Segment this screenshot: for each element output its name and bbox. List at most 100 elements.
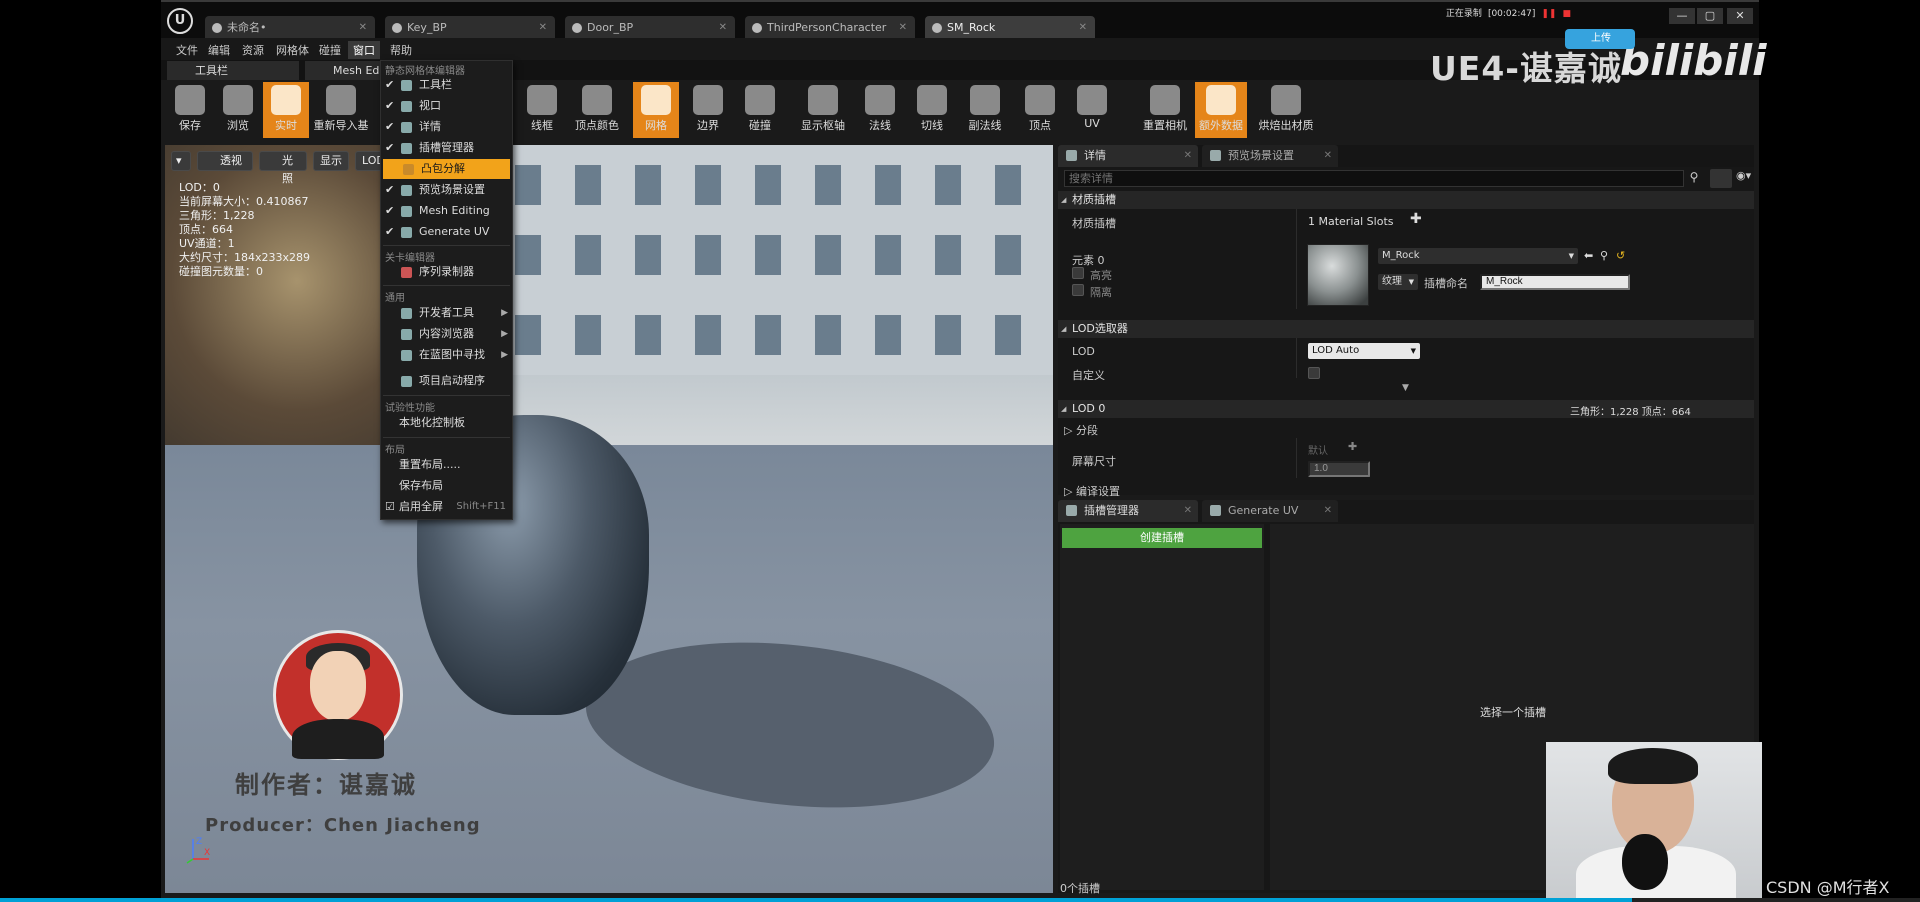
menu-item-localization-dashboard[interactable]: 本地化控制板 [381,413,512,433]
menu-item-enable-fullscreen[interactable]: ☑ 启用全屏 Shift+F11 [381,497,512,517]
grid-view-icon[interactable] [1710,169,1732,188]
screen-size-input[interactable] [1308,461,1370,477]
reimport-button[interactable]: 重新导入基 [313,82,369,138]
sections-row[interactable]: ▷ 分段 [1064,422,1098,438]
menu-asset[interactable]: 资源 [237,41,269,59]
close-icon[interactable]: ✕ [719,16,727,40]
slot-name-input[interactable] [1480,274,1630,290]
close-icon[interactable]: ✕ [1184,500,1192,522]
close-window-button[interactable]: ✕ [1727,8,1753,24]
video-progress-bar[interactable] [0,898,1920,902]
close-icon[interactable]: ✕ [1324,145,1332,167]
reset-camera-button[interactable]: 重置相机 [1137,82,1193,138]
tab-socket-manager[interactable]: 插槽管理器 ✕ [1058,500,1198,522]
custom-checkbox[interactable] [1308,367,1320,379]
binormals-button[interactable]: 副法线 [959,82,1011,138]
highlight-checkbox[interactable] [1072,267,1084,279]
category-lod-picker[interactable]: LOD选取器 [1058,320,1754,338]
save-button[interactable]: 保存 [167,82,213,138]
uv-button[interactable]: UV [1069,82,1115,138]
realtime-button[interactable]: 实时 [263,82,309,138]
tab-door-bp[interactable]: Door_BP ✕ [565,16,735,40]
tab-preview-scene-settings[interactable]: 预览场景设置 ✕ [1202,145,1338,167]
menu-mesh[interactable]: 网格体 [271,41,314,59]
lod-dropdown[interactable]: LOD Auto [1308,343,1420,359]
close-icon[interactable]: ✕ [539,16,547,40]
menu-window[interactable]: 窗口 [348,41,380,59]
close-icon[interactable]: ✕ [359,16,367,40]
texture-dropdown[interactable]: 纹理 [1378,274,1418,290]
menu-item-sequence-recorder[interactable]: 序列录制器 [381,262,512,282]
tab-key-bp[interactable]: Key_BP ✕ [385,16,555,40]
material-thumbnail[interactable] [1307,244,1369,306]
maximize-button[interactable]: ▢ [1697,8,1723,24]
menu-edit[interactable]: 编辑 [203,41,235,59]
viewport[interactable]: ▾ 透视 光照 显示 LOD LOD：0 当前屏幕大小：0.410867 三角形… [165,145,1053,893]
blueprint-icon [572,23,582,33]
menu-item-preview-scene-settings[interactable]: ✔ 预览场景设置 [381,180,512,200]
tangents-button[interactable]: 切线 [909,82,955,138]
build-settings-row[interactable]: ▷ 编译设置 [1064,483,1120,499]
viewport-options-button[interactable]: ▾ [171,151,191,171]
use-selected-icon[interactable]: ⬅ [1584,249,1593,262]
add-icon[interactable]: ✚ [1348,440,1357,453]
collision-button[interactable]: 碰撞 [737,82,783,138]
menu-item-save-layout[interactable]: 保存布局 [381,476,512,496]
reset-icon[interactable]: ↺ [1616,249,1625,262]
material-picker[interactable]: M_Rock [1378,248,1578,264]
minimize-button[interactable]: — [1669,8,1695,24]
menu-item-mesh-editing[interactable]: ✔ Mesh Editing [381,201,512,221]
tab-third-person-character[interactable]: ThirdPersonCharacter ✕ [745,16,915,40]
menu-file[interactable]: 文件 [171,41,203,59]
tab-generate-uv[interactable]: Generate UV ✕ [1202,500,1338,522]
menu-item-toolbar[interactable]: ✔ 工具栏 [381,75,512,95]
menu-item-reset-layout[interactable]: 重置布局..... [381,455,512,475]
add-slot-icon[interactable]: ✚ [1410,211,1422,227]
bounds-button[interactable]: 边界 [685,82,731,138]
upload-badge[interactable]: 上传 [1565,29,1635,49]
browse-icon[interactable]: ⚲ [1600,249,1608,262]
close-icon[interactable]: ✕ [1079,16,1087,40]
close-icon[interactable]: ✕ [1184,145,1192,167]
tab-untitled[interactable]: 未命名• ✕ [205,16,375,40]
tab-details[interactable]: 详情 ✕ [1058,145,1198,167]
show-pivot-button[interactable]: 显示枢轴 [795,82,851,138]
create-socket-button[interactable]: 创建插槽 [1062,528,1262,548]
normals-button[interactable]: 法线 [857,82,903,138]
menu-item-developer-tools[interactable]: 开发者工具 ▶ [381,303,512,323]
stop-icon[interactable]: ■ [1562,9,1571,19]
menu-item-generate-uv[interactable]: ✔ Generate UV [381,222,512,242]
additional-data-button[interactable]: 额外数据 [1195,82,1247,138]
menu-item-details[interactable]: ✔ 详情 [381,117,512,137]
tab-toolbar[interactable]: 工具栏 [167,61,299,80]
isolate-checkbox[interactable] [1072,284,1084,296]
category-material-slots[interactable]: 材质插槽 [1058,191,1754,209]
wireframe-button[interactable]: 线框 [519,82,565,138]
shortcut-label: Shift+F11 [456,501,506,512]
menu-item-viewport[interactable]: ✔ 视口 [381,96,512,116]
menu-item-project-launcher[interactable]: 项目启动程序 [381,371,512,391]
bake-material-button[interactable]: 烘焙出材质 [1255,82,1317,138]
search-icon[interactable]: ⚲ [1686,170,1702,187]
perspective-button[interactable]: 透视 [197,151,253,171]
close-icon[interactable]: ✕ [899,16,907,40]
show-button[interactable]: 显示 [313,151,349,171]
details-search-input[interactable] [1064,170,1684,187]
menu-collision[interactable]: 碰撞 [314,41,346,59]
browse-button[interactable]: 浏览 [215,82,261,138]
expand-arrow-icon[interactable]: ▼ [1402,383,1409,393]
lighting-button[interactable]: 光照 [259,151,307,185]
menu-help[interactable]: 帮助 [385,41,417,59]
menu-item-content-browser[interactable]: 内容浏览器 ▶ [381,324,512,344]
pause-icon[interactable]: ❚❚ [1541,9,1556,19]
vertices-button[interactable]: 顶点 [1017,82,1063,138]
menu-item-convex-decomposition[interactable]: 凸包分解 [383,159,510,179]
grid-button[interactable]: 网格 [633,82,679,138]
eye-icon[interactable]: ◉▾ [1736,169,1752,188]
menu-item-socket-manager[interactable]: ✔ 插槽管理器 [381,138,512,158]
close-icon[interactable]: ✕ [1324,500,1332,522]
tab-sm-rock[interactable]: SM_Rock ✕ [925,16,1095,40]
tab-mesh-editing[interactable]: Mesh Ed [305,61,385,80]
menu-item-find-in-blueprints[interactable]: 在蓝图中寻找 ▶ [381,345,512,365]
vertex-color-button[interactable]: 顶点颜色 [571,82,623,138]
